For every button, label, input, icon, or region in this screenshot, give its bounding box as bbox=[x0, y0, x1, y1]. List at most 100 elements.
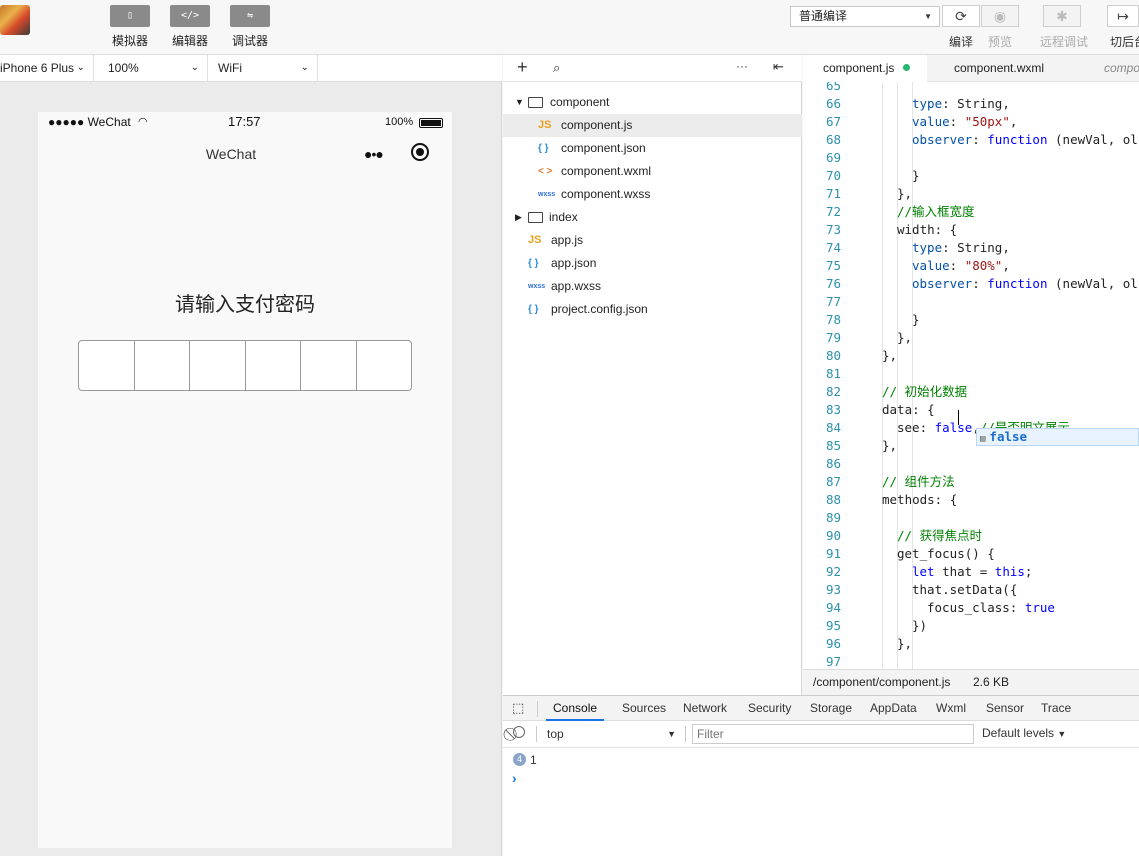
code-line: 94 focus_class: true bbox=[803, 599, 1139, 617]
code-editor[interactable]: 65 66 type: String, 67 value: "50px", 68 obse… bbox=[803, 82, 1139, 669]
file-item[interactable]: < > component.wxml bbox=[503, 160, 802, 183]
json-file-icon: { } bbox=[538, 143, 549, 154]
top-toolbar: ▯ 模拟器 </> 编辑器 ⇋ 调试器 普通编译 ▼ ⟳ ◉ ✱ ↦ 编译 预览… bbox=[0, 0, 1139, 55]
backend-button[interactable]: ↦ bbox=[1107, 5, 1139, 27]
device-bar: iPhone 6 Plus ⌄ 100% ⌄ WiFi ⌄ bbox=[0, 55, 502, 82]
console-filter-input[interactable] bbox=[692, 724, 974, 744]
divider bbox=[536, 726, 537, 742]
tab-component-wxml[interactable]: component.wxml bbox=[927, 55, 1067, 82]
network-value: WiFi bbox=[218, 61, 242, 75]
password-cell[interactable] bbox=[246, 341, 301, 390]
folder-icon bbox=[528, 212, 543, 223]
code-text: }, bbox=[882, 438, 898, 453]
user-avatar[interactable] bbox=[0, 5, 30, 35]
line-number: 79 bbox=[825, 330, 841, 345]
tab-network[interactable]: Network bbox=[676, 696, 734, 721]
code-line: 88 methods: { bbox=[803, 491, 1139, 509]
code-line: 65 bbox=[803, 82, 1139, 95]
code-text: width: { bbox=[897, 222, 958, 237]
status-time: 17:57 bbox=[228, 114, 261, 129]
tab-security[interactable]: Security bbox=[741, 696, 798, 721]
text-cursor bbox=[958, 410, 959, 425]
console-prompt[interactable]: › bbox=[512, 770, 517, 786]
file-item[interactable]: wxss app.wxss bbox=[503, 275, 802, 298]
line-number: 89 bbox=[825, 510, 841, 525]
tab-sources[interactable]: Sources bbox=[615, 696, 673, 721]
search-icon[interactable]: ⌕ bbox=[553, 60, 560, 76]
password-cell[interactable] bbox=[301, 341, 357, 390]
chevron-right-icon[interactable]: ▶ bbox=[515, 206, 522, 229]
chevron-down-icon[interactable]: ▼ bbox=[515, 91, 524, 114]
code-text: }, bbox=[897, 186, 913, 201]
console-output[interactable]: 4 1 › bbox=[503, 748, 1139, 856]
file-tree: ▼ component JS component.js { } component.jso… bbox=[503, 82, 802, 696]
remote-debug-label: 远程调试 bbox=[1040, 35, 1089, 49]
file-item[interactable]: JS component.js bbox=[503, 114, 802, 137]
file-item[interactable]: JS app.js bbox=[503, 229, 802, 252]
compile-mode-select[interactable]: 普通编译 ▼ bbox=[790, 6, 940, 27]
inspect-element-icon[interactable]: ⬚ bbox=[512, 700, 524, 716]
file-item[interactable]: { } app.json bbox=[503, 252, 802, 275]
code-text: value: "50px", bbox=[912, 114, 1018, 129]
code-line: 78} bbox=[803, 311, 1139, 329]
zoom-select[interactable]: 100% ⌄ bbox=[100, 55, 208, 81]
editor-button[interactable]: </> 编辑器 bbox=[170, 5, 210, 49]
code-text: // 初始化数据 bbox=[882, 384, 968, 399]
more-icon[interactable]: ●•● bbox=[364, 146, 384, 162]
code-line: 68 observer: function (newVal, ol bbox=[803, 131, 1139, 149]
tab-appdata[interactable]: AppData bbox=[863, 696, 924, 721]
folder-label: index bbox=[549, 210, 578, 224]
preview-button[interactable]: ◉ bbox=[981, 5, 1019, 27]
wxss-file-icon: wxss bbox=[528, 283, 546, 290]
line-number: 70 bbox=[825, 168, 841, 183]
tab-console[interactable]: Console bbox=[546, 696, 605, 721]
folder-item[interactable]: ▶ index bbox=[503, 206, 802, 229]
tab-component-js[interactable]: component.js bbox=[803, 55, 927, 82]
file-item[interactable]: { } component.json bbox=[503, 137, 802, 160]
tab-wxml[interactable]: Wxml bbox=[929, 696, 973, 721]
context-select[interactable]: top ▼ bbox=[543, 724, 680, 744]
password-cell[interactable] bbox=[135, 341, 190, 390]
file-size: 2.6 KB bbox=[973, 675, 1010, 689]
file-label: component.json bbox=[561, 141, 646, 155]
password-cell[interactable] bbox=[79, 341, 135, 390]
tab-storage[interactable]: Storage bbox=[803, 696, 859, 721]
line-number: 93 bbox=[825, 582, 841, 597]
phone-screen[interactable]: ●●●●● WeChat ◠ 17:57 100% WeChat ●•● 请输入… bbox=[38, 112, 452, 848]
line-number: 86 bbox=[825, 456, 841, 471]
simulator-button[interactable]: ▯ 模拟器 bbox=[110, 5, 150, 49]
network-select[interactable]: WiFi ⌄ bbox=[210, 55, 318, 81]
tab-trace[interactable]: Trace bbox=[1034, 696, 1078, 721]
remote-debug-button[interactable]: ✱ bbox=[1043, 5, 1081, 27]
code-line: 73 width: { bbox=[803, 221, 1139, 239]
password-cell[interactable] bbox=[357, 341, 412, 390]
compile-button[interactable]: ⟳ bbox=[942, 5, 980, 27]
tab-sensor[interactable]: Sensor bbox=[979, 696, 1031, 721]
modified-dot-icon bbox=[903, 64, 911, 71]
device-select[interactable]: iPhone 6 Plus ⌄ bbox=[0, 55, 94, 81]
password-cell[interactable] bbox=[190, 341, 246, 390]
code-text: type: String, bbox=[912, 240, 1010, 255]
debugger-button[interactable]: ⇋ 调试器 bbox=[230, 5, 270, 49]
line-number: 73 bbox=[825, 222, 841, 237]
log-levels-select[interactable]: Default levels ▼ bbox=[982, 726, 1066, 740]
code-text: focus_class: true bbox=[927, 600, 1055, 615]
folder-item[interactable]: ▼ component bbox=[503, 91, 802, 114]
close-record-icon[interactable] bbox=[411, 143, 429, 161]
json-file-icon: { } bbox=[528, 304, 539, 315]
collapse-panel-icon[interactable]: ⇤ bbox=[773, 59, 784, 75]
password-input[interactable] bbox=[78, 340, 412, 391]
code-text: observer: function (newVal, ol bbox=[912, 132, 1138, 147]
code-line: 71}, bbox=[803, 185, 1139, 203]
autocomplete-suggestion[interactable]: ▤ false bbox=[976, 428, 1139, 446]
file-item[interactable]: wxss component.wxss bbox=[503, 183, 802, 206]
nav-bar: WeChat ●•● bbox=[38, 138, 452, 170]
block-icon[interactable] bbox=[513, 726, 525, 738]
add-icon[interactable]: + bbox=[517, 57, 528, 78]
line-number: 77 bbox=[825, 294, 841, 309]
more-icon[interactable]: ··· bbox=[736, 59, 748, 73]
tab-component-more[interactable]: compo bbox=[1067, 55, 1139, 82]
file-item[interactable]: { } project.config.json bbox=[503, 298, 802, 321]
json-file-icon: { } bbox=[528, 258, 539, 269]
line-number: 90 bbox=[825, 528, 841, 543]
